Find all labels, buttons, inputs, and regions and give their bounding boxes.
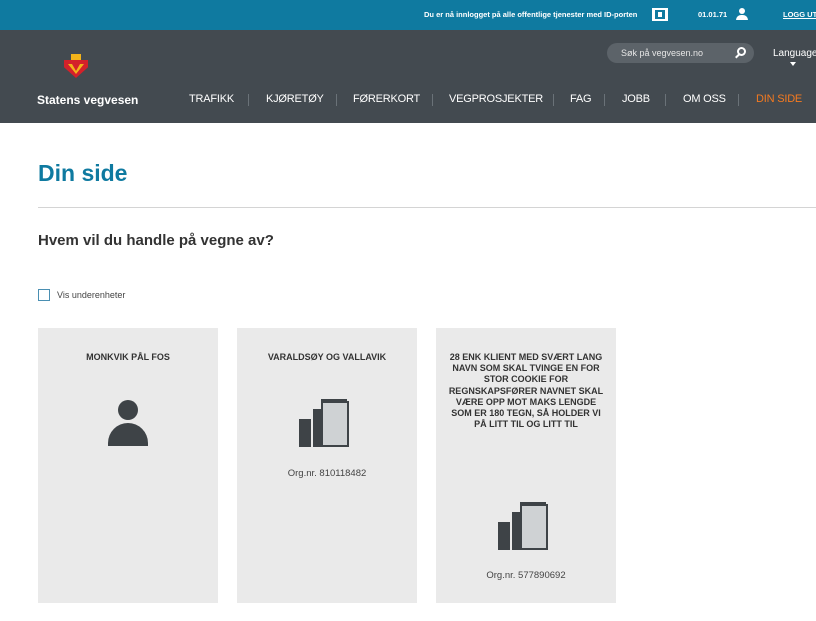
nav-item-om-oss[interactable]: OM OSS [683, 93, 726, 105]
nav-item-vegprosjekter[interactable]: VEGPROSJEKTER [449, 93, 543, 105]
site-logo-text[interactable]: Statens vegvesen [37, 93, 138, 107]
section-heading: Hvem vil du handle på vegne av? [38, 232, 274, 249]
actor-card-organization[interactable]: 28 ENK KLIENT MED SVÆRT LANG NAVN SOM SK… [436, 328, 616, 603]
card-name: MONKVIK PÅL FOS [86, 352, 170, 362]
building-icon [299, 399, 355, 447]
divider [38, 207, 816, 208]
nav-item-kjoretoy[interactable]: KJØRETØY [266, 93, 324, 105]
id-porten-icon [652, 8, 668, 21]
login-notice: Du er nå innlogget på alle offentlige tj… [424, 10, 638, 19]
show-subunits-checkbox[interactable] [38, 289, 50, 301]
nav-separator [432, 94, 433, 106]
nav-separator [248, 94, 249, 106]
logout-link[interactable]: LOGG UT [783, 10, 816, 19]
nav-item-jobb[interactable]: JOBB [622, 93, 650, 105]
building-icon [498, 502, 554, 550]
actor-card-organization[interactable]: VARALDSØY OG VALLAVIK Org.nr. 810118482 [237, 328, 417, 603]
card-name: VARALDSØY OG VALLAVIK [267, 352, 387, 362]
statens-vegvesen-logo-icon[interactable] [62, 54, 90, 80]
site-header: Statens vegvesen Language TRAFIKK KJØRET… [0, 30, 816, 123]
nav-separator [336, 94, 337, 106]
search-input[interactable] [621, 47, 731, 59]
login-status-bar: Du er nå innlogget på alle offentlige tj… [0, 0, 816, 30]
card-org-number: Org.nr. 577890692 [486, 570, 566, 581]
person-icon [108, 400, 148, 446]
chevron-down-icon[interactable] [790, 62, 796, 66]
show-subunits-label[interactable]: Vis underenheter [57, 290, 125, 300]
nav-item-trafikk[interactable]: TRAFIKK [189, 93, 234, 105]
nav-separator [665, 94, 666, 106]
nav-separator [738, 94, 739, 106]
language-selector[interactable]: Language [773, 48, 816, 59]
page-title: Din side [38, 160, 128, 186]
user-birthdate: 01.01.71 [698, 10, 728, 19]
search-icon[interactable] [735, 47, 747, 59]
nav-separator [553, 94, 554, 106]
card-name: 28 ENK KLIENT MED SVÆRT LANG NAVN SOM SK… [448, 352, 604, 430]
actor-card-person[interactable]: MONKVIK PÅL FOS [38, 328, 218, 603]
nav-separator [604, 94, 605, 106]
nav-item-fag[interactable]: FAG [570, 93, 592, 105]
nav-item-din-side[interactable]: DIN SIDE [756, 93, 802, 105]
card-org-number: Org.nr. 810118482 [287, 468, 367, 479]
nav-item-forerkort[interactable]: FØRERKORT [353, 93, 420, 105]
search-box[interactable] [607, 43, 754, 63]
user-icon[interactable] [736, 8, 748, 20]
